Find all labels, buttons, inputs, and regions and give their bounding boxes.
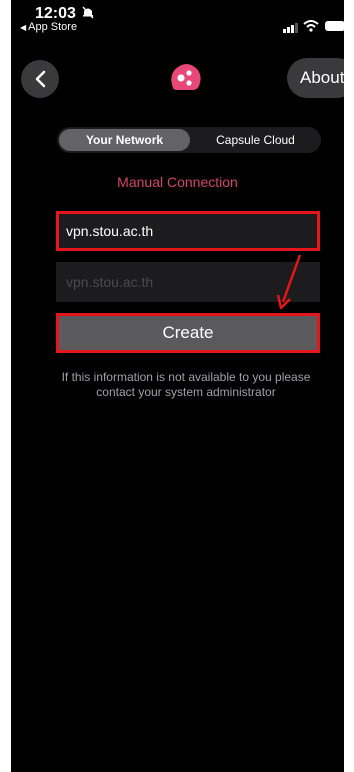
help-text: If this information is not available to … xyxy=(61,370,311,399)
battery-icon xyxy=(325,21,344,31)
app-screen: 12:03 ◀ App Store About Your Network Caps… xyxy=(11,0,344,772)
section-title: Manual Connection xyxy=(117,174,238,190)
create-button[interactable]: Create xyxy=(56,313,320,353)
capsule-logo-icon xyxy=(171,63,201,90)
back-triangle-icon: ◀ xyxy=(20,23,27,32)
network-segmented-control: Your Network Capsule Cloud xyxy=(57,127,321,153)
cellular-signal-icon xyxy=(283,23,298,33)
bell-muted-icon xyxy=(82,6,94,19)
back-to-app-store[interactable]: ◀ App Store xyxy=(20,21,77,33)
back-app-label: App Store xyxy=(28,21,78,33)
annotation-arrow xyxy=(276,254,302,310)
chevron-left-icon xyxy=(35,70,46,88)
about-button[interactable]: About xyxy=(287,58,344,98)
back-button[interactable] xyxy=(21,60,59,98)
host-input[interactable]: vpn.stou.ac.th xyxy=(56,211,320,251)
tab-capsule-cloud[interactable]: Capsule Cloud xyxy=(190,127,321,153)
wifi-icon xyxy=(303,20,319,32)
tab-your-network[interactable]: Your Network xyxy=(59,129,190,151)
